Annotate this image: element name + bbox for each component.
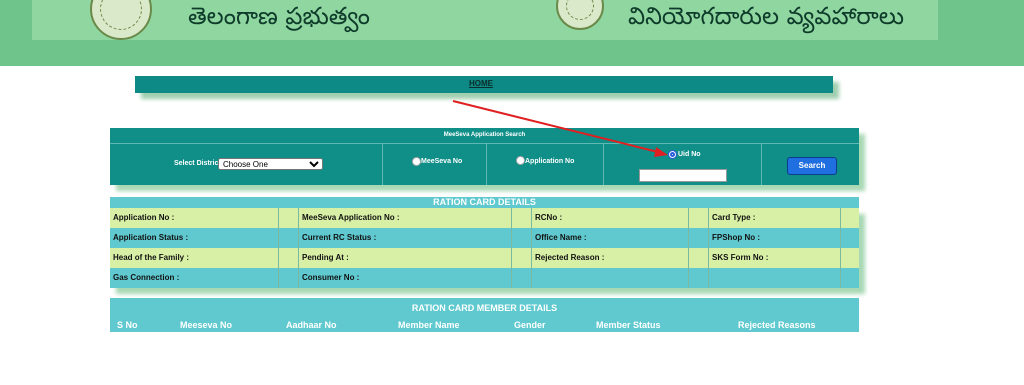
empty-cell (841, 268, 859, 288)
consumer-no-label: Consumer No : (299, 268, 512, 288)
column-header-sno: S No (117, 320, 138, 330)
application-no-value (279, 208, 299, 228)
member-details-header: S No Meeseva No Aadhaar No Member Name G… (110, 318, 859, 332)
empty-cell (689, 268, 709, 288)
sks-form-no-value (841, 248, 859, 268)
column-header-rejected-reasons: Rejected Reasons (738, 320, 816, 330)
rejected-reason-label: Rejected Reason : (532, 248, 689, 268)
ration-card-details-title: RATION CARD DETAILS (110, 197, 859, 208)
table-row: Application No : MeeSeva Application No … (110, 208, 859, 228)
empty-cell (532, 268, 689, 288)
gas-connection-value (279, 268, 299, 288)
head-of-family-label: Head of the Family : (110, 248, 279, 268)
gas-connection-label: Gas Connection : (110, 268, 279, 288)
table-row: Gas Connection : Consumer No : (110, 268, 859, 288)
column-header-gender: Gender (514, 320, 546, 330)
column-header-aadhaar-no: Aadhaar No (286, 320, 337, 330)
current-rc-status-label: Current RC Status : (299, 228, 512, 248)
current-rc-status-value (512, 228, 532, 248)
application-status-value (279, 228, 299, 248)
consumer-no-value (512, 268, 532, 288)
card-type-value (841, 208, 859, 228)
fp-shop-no-label: FPShop No : (709, 228, 841, 248)
card-type-label: Card Type : (709, 208, 841, 228)
rc-no-value (689, 208, 709, 228)
meeseva-application-no-value (512, 208, 532, 228)
sks-form-no-label: SKS Form No : (709, 248, 841, 268)
pending-at-value (512, 248, 532, 268)
ration-card-details-table: Application No : MeeSeva Application No … (110, 208, 859, 288)
table-row: Application Status : Current RC Status :… (110, 228, 859, 248)
rejected-reason-value (689, 248, 709, 268)
column-header-member-status: Member Status (596, 320, 661, 330)
member-details-title: RATION CARD MEMBER DETAILS (110, 298, 859, 318)
column-header-member-name: Member Name (398, 320, 460, 330)
column-header-meeseva-no: Meeseva No (180, 320, 233, 330)
application-status-label: Application Status : (110, 228, 279, 248)
rc-no-label: RCNo : (532, 208, 689, 228)
pending-at-label: Pending At : (299, 248, 512, 268)
empty-cell (709, 268, 841, 288)
application-no-label: Application No : (110, 208, 279, 228)
office-name-value (689, 228, 709, 248)
fp-shop-no-value (841, 228, 859, 248)
meeseva-application-no-label: MeeSeva Application No : (299, 208, 512, 228)
office-name-label: Office Name : (532, 228, 689, 248)
head-of-family-value (279, 248, 299, 268)
table-row: Head of the Family : Pending At : Reject… (110, 248, 859, 268)
